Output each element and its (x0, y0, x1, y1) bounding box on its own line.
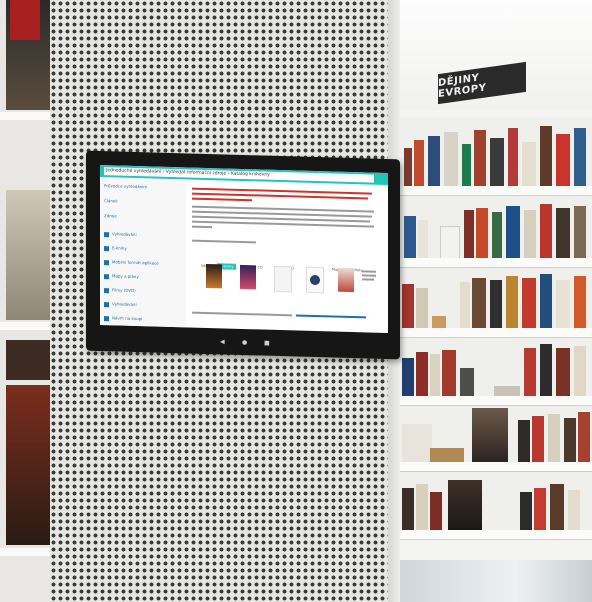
phone-icon (104, 259, 109, 265)
shelf-board (400, 186, 592, 196)
window-view (400, 560, 592, 602)
shelf-board (400, 328, 592, 338)
sidebar-item[interactable]: Článek (104, 198, 118, 203)
book-cover (6, 340, 50, 380)
book-cover-thumbnail[interactable] (306, 266, 324, 294)
back-icon[interactable]: ◀ (220, 338, 225, 345)
sidebar-item[interactable]: Mapy a plány (104, 273, 139, 279)
sidebar-item[interactable]: Filmy (DVD) (104, 287, 136, 293)
book-cover-thumbnail[interactable] (206, 263, 222, 289)
book-cover (6, 190, 50, 320)
sidebar-item[interactable]: Zdroje (104, 213, 117, 218)
sidebar-item[interactable]: Vyhledávání (104, 231, 137, 237)
text-line (192, 311, 292, 316)
sidebar-item[interactable]: Průvodce vyhledáním (104, 183, 147, 189)
text-line (362, 274, 376, 277)
text-line (192, 197, 252, 202)
library-shelves: DĚJINY EVROPY (400, 0, 592, 602)
book-icon (104, 245, 109, 251)
search-icon (104, 301, 109, 307)
recents-icon[interactable]: ■ (264, 340, 270, 347)
monitor-screen[interactable]: Jednoduché vyhledávání › Vyhledat inform… (100, 165, 388, 334)
wall-monitor: Jednoduché vyhledávání › Vyhledat inform… (86, 150, 400, 360)
cart-icon (104, 315, 109, 321)
sidebar-item[interactable]: E-knihy (104, 245, 127, 251)
book-cover-thumbnail[interactable] (274, 265, 292, 293)
shelf-board (400, 396, 592, 406)
film-icon (104, 287, 109, 293)
book-cover (6, 385, 50, 545)
text-line (192, 239, 256, 244)
book-cover-thumbnail[interactable] (338, 267, 354, 293)
sidebar-item[interactable]: Mobilní formát aplikace (104, 259, 159, 266)
monitor-taskbar: ◀ ● ■ (86, 329, 400, 356)
shelf-back (400, 338, 592, 398)
sidebar-item[interactable]: Návrh na koupi (104, 315, 142, 322)
shelf-back (400, 268, 592, 330)
book-cover (10, 0, 40, 40)
shelf-back (400, 406, 592, 464)
link-line[interactable] (296, 314, 366, 318)
shelf-back (400, 118, 592, 188)
menu-icon (104, 231, 109, 237)
text-line (362, 278, 374, 281)
sidebar-item[interactable]: Vyhledávání (104, 301, 137, 307)
screen-sidebar: Průvodce vyhledáním Článek Zdroje Vyhled… (100, 179, 186, 328)
shelf-back (400, 472, 592, 532)
shelf-back (400, 196, 592, 260)
book-cover-thumbnail[interactable] (240, 264, 256, 290)
shelf-board (400, 530, 592, 540)
shelf-board (400, 258, 592, 268)
shelf-board (400, 462, 592, 472)
map-icon (104, 273, 109, 279)
home-icon[interactable]: ● (242, 339, 247, 346)
text-line (192, 225, 212, 229)
screen-main: Vše E-knihy Audio CD Filmy DVD Články Ma… (192, 182, 382, 333)
